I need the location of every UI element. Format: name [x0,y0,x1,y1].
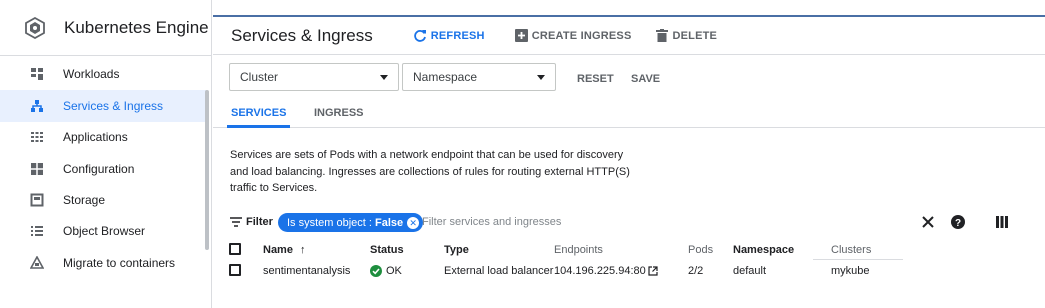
refresh-icon [413,29,426,42]
sidebar-item-label: Services & Ingress [63,99,164,113]
create-ingress-label: CREATE INGRESS [531,29,632,42]
save-button[interactable]: SAVE [631,73,660,85]
object-browser-icon [29,223,45,239]
pods-cell: 2/2 [688,265,704,277]
sidebar-item-label: Workloads [63,67,120,81]
refresh-button[interactable]: REFRESH [413,29,485,43]
sidebar-item-label: Applications [63,130,128,144]
add-box-icon [514,29,528,42]
reset-button[interactable]: RESET [577,73,614,85]
close-icon [922,216,934,228]
delete-label: DELETE [672,29,718,42]
open-in-new-icon [648,266,658,276]
refresh-label: REFRESH [430,29,485,42]
sidebar: Kubernetes Engine Workloads Services & I… [0,0,212,308]
migrate-icon [29,255,45,271]
create-ingress-button[interactable]: CREATE INGRESS [514,29,632,42]
table-row[interactable]: sentimentanalysis OK External load balan… [213,262,1045,282]
help-button[interactable]: ? [949,213,967,231]
cluster-link[interactable]: mykube [831,265,870,277]
sidebar-item-workloads[interactable]: Workloads [0,58,206,90]
svg-text:?: ? [955,218,961,229]
close-chip-icon[interactable]: ✕ [407,216,420,229]
filter-controls: Cluster Namespace RESET SAVE [213,56,1045,98]
column-namespace-header[interactable]: Namespace [733,244,794,256]
column-display-button[interactable] [993,213,1011,231]
column-clusters-header[interactable]: Clusters [831,244,871,256]
ok-check-icon [370,265,382,277]
filter-button[interactable]: Filter [230,216,273,228]
sidebar-item-configuration[interactable]: Configuration [0,153,206,185]
column-endpoints-header[interactable]: Endpoints [554,244,603,256]
tab-ingress[interactable]: INGRESS [314,98,364,128]
column-name-label: Name [263,244,293,256]
endpoint-text: 104.196.225.94:80 [554,265,646,277]
configuration-icon [29,161,45,177]
filter-chip-prefix: Is system object : [287,216,372,229]
services-icon [29,98,45,114]
column-status-header[interactable]: Status [370,244,404,256]
dropdown-arrow-icon [380,75,388,80]
namespace-cell: default [733,265,767,277]
sidebar-item-label: Object Browser [63,224,146,238]
delete-button[interactable]: DELETE [656,29,717,42]
page-header: Services & Ingress REFRESH CREATE INGRES… [213,17,1045,55]
type-cell: External load balancer [444,265,554,277]
sort-arrow-icon: ↑ [300,244,306,256]
clear-filters-button[interactable] [919,213,937,231]
status-cell: OK [370,265,402,277]
sidebar-item-migrate-to-containers[interactable]: Migrate to containers [0,247,206,279]
filter-bar: Filter Is system object : False ✕ Filter… [213,211,1045,235]
filter-label: Filter [246,216,273,228]
column-type-header[interactable]: Type [444,244,469,256]
tab-services[interactable]: SERVICES [226,98,291,128]
namespace-select-value: Namespace [413,70,478,84]
page-title: Services & Ingress [231,25,373,45]
help-icon: ? [951,215,965,229]
status-text: OK [386,265,402,277]
sidebar-item-applications[interactable]: Applications [0,121,206,153]
filter-chip-system-object[interactable]: Is system object : False ✕ [278,213,424,232]
storage-icon [29,192,45,208]
page-description: Services are sets of Pods with a network… [230,149,630,194]
cluster-select[interactable]: Cluster [229,63,399,91]
header-divider [813,259,903,260]
sidebar-item-storage[interactable]: Storage [0,184,206,216]
select-all-checkbox[interactable] [229,243,241,255]
kubernetes-engine-logo-icon [23,16,47,40]
filter-chip-value: False [374,216,404,229]
filter-icon [230,217,242,227]
cluster-select-value: Cluster [240,70,279,84]
trash-icon [656,29,669,42]
service-name-link[interactable]: sentimentanalysis [263,265,350,277]
sidebar-item-object-browser[interactable]: Object Browser [0,215,206,247]
namespace-select[interactable]: Namespace [402,63,556,91]
columns-icon [996,216,1008,228]
tab-bar: SERVICES INGRESS [213,98,1045,128]
sidebar-scrollbar[interactable] [205,90,209,250]
product-title: Kubernetes Engine [64,17,209,37]
sidebar-item-label: Configuration [63,162,135,176]
sidebar-item-label: Storage [63,193,106,207]
column-name-header[interactable]: Name ↑ [263,244,306,256]
endpoint-link[interactable]: 104.196.225.94:80 [554,265,658,277]
sidebar-item-label: Migrate to containers [63,256,176,270]
sidebar-item-services-ingress[interactable]: Services & Ingress [0,90,206,122]
row-checkbox[interactable] [229,264,241,276]
applications-icon [29,129,45,145]
dropdown-arrow-icon [537,75,545,80]
table-header: Name ↑ Status Type Endpoints Pods Namesp… [213,241,1045,260]
sidebar-header: Kubernetes Engine [0,0,211,56]
filter-input[interactable]: Filter services and ingresses [422,216,561,228]
workloads-icon [29,66,45,82]
column-pods-header[interactable]: Pods [688,244,713,256]
